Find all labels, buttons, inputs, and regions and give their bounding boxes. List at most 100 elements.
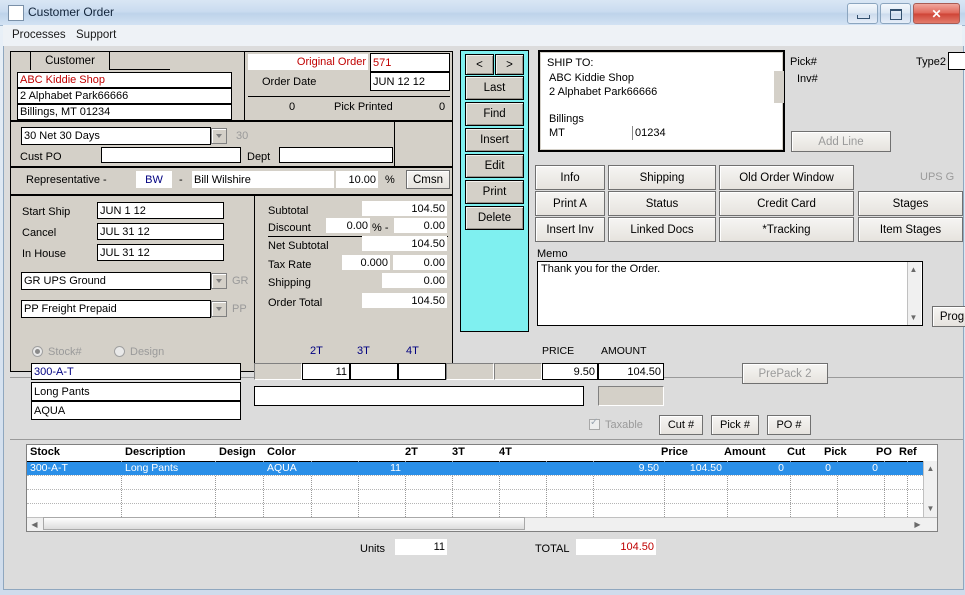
insert-inv-button[interactable]: Insert Inv bbox=[535, 217, 605, 242]
find-button[interactable]: Find bbox=[465, 102, 524, 126]
item-color-field[interactable]: AQUA bbox=[31, 401, 241, 420]
terms-dropdown-button[interactable] bbox=[211, 128, 227, 144]
menu-processes[interactable]: Processes bbox=[12, 29, 66, 41]
qty-cell-2t[interactable]: 11 bbox=[302, 363, 350, 380]
delete-button[interactable]: Delete bbox=[465, 206, 524, 230]
ship-to-state-field[interactable]: MT bbox=[547, 126, 607, 140]
item-description-field[interactable]: Long Pants bbox=[31, 382, 241, 401]
customer-address-field[interactable]: 2 Alphabet Park66666 bbox=[17, 88, 232, 104]
grid-hscroll-thumb[interactable] bbox=[43, 517, 525, 530]
grid-scroll-right-icon[interactable]: ▶ bbox=[912, 519, 923, 530]
freight-terms-field[interactable]: PP Freight Prepaid bbox=[21, 300, 211, 318]
grid-scroll-down-icon[interactable]: ▼ bbox=[925, 503, 936, 514]
edit-button[interactable]: Edit bbox=[465, 154, 524, 178]
pick-number-button[interactable]: Pick # bbox=[711, 415, 759, 435]
stock-number-field[interactable]: 300-A-T bbox=[31, 363, 241, 380]
status-button[interactable]: Status bbox=[608, 191, 716, 216]
qty-cell-3t[interactable] bbox=[350, 363, 398, 380]
title-bar: Customer Order ✕ bbox=[0, 0, 965, 26]
discount-amount-field[interactable]: 0.00 bbox=[394, 218, 447, 233]
tab-customer[interactable]: Customer bbox=[30, 51, 110, 70]
order-total-label: Order Total bbox=[268, 297, 323, 309]
insert-button[interactable]: Insert bbox=[465, 128, 524, 152]
shipping-value[interactable]: 0.00 bbox=[382, 273, 447, 288]
add-line-button[interactable]: Add Line bbox=[791, 131, 891, 152]
tax-rate-field[interactable]: 0.000 bbox=[342, 255, 390, 270]
cancel-date-field[interactable]: JUL 31 12 bbox=[97, 223, 224, 240]
design-radio-label: Design bbox=[130, 346, 165, 358]
ship-to-zip-field[interactable]: 01234 bbox=[632, 126, 712, 140]
ups-label: UPS G bbox=[920, 171, 955, 183]
grid-col-ref: Ref bbox=[899, 446, 917, 458]
terms-field[interactable]: 30 Net 30 Days bbox=[21, 127, 211, 145]
start-ship-field[interactable]: JUN 1 12 bbox=[97, 202, 224, 219]
ship-to-city-field[interactable]: Billings bbox=[547, 112, 647, 126]
carrier-field[interactable]: GR UPS Ground bbox=[21, 272, 211, 290]
representative-name-field[interactable]: Bill Wilshire bbox=[192, 171, 334, 188]
item-stages-button[interactable]: Item Stages bbox=[858, 217, 963, 242]
close-button[interactable]: ✕ bbox=[913, 3, 960, 24]
print-button[interactable]: Print bbox=[465, 180, 524, 204]
qty-cell-4[interactable] bbox=[446, 363, 494, 380]
grid-scroll-up-icon[interactable]: ▲ bbox=[925, 463, 936, 474]
representative-pct-field[interactable]: 10.00 bbox=[336, 171, 378, 188]
shipping-button[interactable]: Shipping bbox=[608, 165, 716, 190]
representative-label: Representative - bbox=[26, 174, 107, 186]
cust-po-field[interactable] bbox=[101, 147, 241, 163]
original-order-field[interactable]: 571 bbox=[370, 53, 450, 72]
cmsn-button[interactable]: Cmsn bbox=[406, 170, 450, 189]
po-number-button[interactable]: PO # bbox=[767, 415, 811, 435]
credit-card-button[interactable]: Credit Card bbox=[719, 191, 854, 216]
grid-col-price: Price bbox=[661, 446, 688, 458]
freight-terms-dropdown-button[interactable] bbox=[211, 301, 227, 317]
item-notes-field[interactable] bbox=[254, 386, 584, 406]
menu-support[interactable]: Support bbox=[76, 29, 116, 41]
start-ship-label: Start Ship bbox=[22, 206, 71, 218]
customer-citystatezip-field[interactable]: Billings, MT 01234 bbox=[17, 104, 232, 120]
ship-to-name-field[interactable]: ABC Kiddie Shop bbox=[547, 71, 772, 85]
maximize-button[interactable] bbox=[880, 3, 911, 24]
prog-button[interactable]: Prog bbox=[932, 306, 965, 327]
next-record-button[interactable]: > bbox=[495, 54, 524, 75]
minimize-button[interactable] bbox=[847, 3, 878, 24]
print-a-button[interactable]: Print A bbox=[535, 191, 605, 216]
prev-record-button[interactable]: < bbox=[465, 54, 494, 75]
tracking-button[interactable]: *Tracking bbox=[719, 217, 854, 242]
old-order-window-button[interactable]: Old Order Window bbox=[719, 165, 854, 190]
qty-cell-5[interactable] bbox=[494, 363, 542, 380]
dept-field[interactable] bbox=[279, 147, 393, 163]
ship-to-address-field[interactable]: 2 Alphabet Park66666 bbox=[547, 85, 772, 99]
representative-pct-sign: % bbox=[385, 174, 395, 186]
stock-radio[interactable] bbox=[32, 346, 43, 357]
line-items-grid[interactable]: Stock Description Design Color 2T 3T 4T … bbox=[26, 444, 938, 532]
info-button[interactable]: Info bbox=[535, 165, 605, 190]
price-field[interactable]: 9.50 bbox=[542, 363, 598, 380]
memo-field[interactable]: Thank you for the Order. bbox=[537, 261, 923, 326]
table-row[interactable]: 300-A-T Long Pants AQUA 11 9.50 104.50 0… bbox=[27, 462, 937, 475]
representative-initials-field[interactable]: BW bbox=[136, 171, 172, 188]
in-house-field[interactable]: JUL 31 12 bbox=[97, 244, 224, 261]
item-extra-field[interactable] bbox=[598, 386, 664, 406]
order-date-field[interactable]: JUN 12 12 bbox=[370, 72, 450, 91]
type2-field[interactable] bbox=[948, 52, 965, 70]
discount-pct-field[interactable]: 0.00 bbox=[326, 218, 370, 233]
design-radio[interactable] bbox=[114, 346, 125, 357]
units-label: Units bbox=[360, 543, 386, 555]
cut-number-button[interactable]: Cut # bbox=[659, 415, 703, 435]
cell-price: 9.50 bbox=[638, 462, 659, 474]
qty-cell-4t[interactable] bbox=[398, 363, 446, 380]
grid-scroll-left-icon[interactable]: ◀ bbox=[29, 519, 40, 530]
taxable-checkbox[interactable] bbox=[589, 417, 600, 430]
last-button[interactable]: Last bbox=[465, 76, 524, 100]
customer-name-field[interactable]: ABC Kiddie Shop bbox=[17, 72, 232, 88]
memo-scroll-down-icon[interactable]: ▼ bbox=[908, 312, 919, 323]
amount-field[interactable]: 104.50 bbox=[598, 363, 664, 380]
stages-button[interactable]: Stages bbox=[858, 191, 963, 216]
net-subtotal-value: 104.50 bbox=[362, 236, 447, 251]
memo-scroll-up-icon[interactable]: ▲ bbox=[908, 264, 919, 275]
carrier-dropdown-button[interactable] bbox=[211, 273, 227, 289]
size-header-3t: 3T bbox=[357, 345, 370, 357]
prepack-button[interactable]: PrePack 2 bbox=[742, 363, 828, 384]
linked-docs-button[interactable]: Linked Docs bbox=[608, 217, 716, 242]
qty-cell-0[interactable] bbox=[254, 363, 302, 380]
